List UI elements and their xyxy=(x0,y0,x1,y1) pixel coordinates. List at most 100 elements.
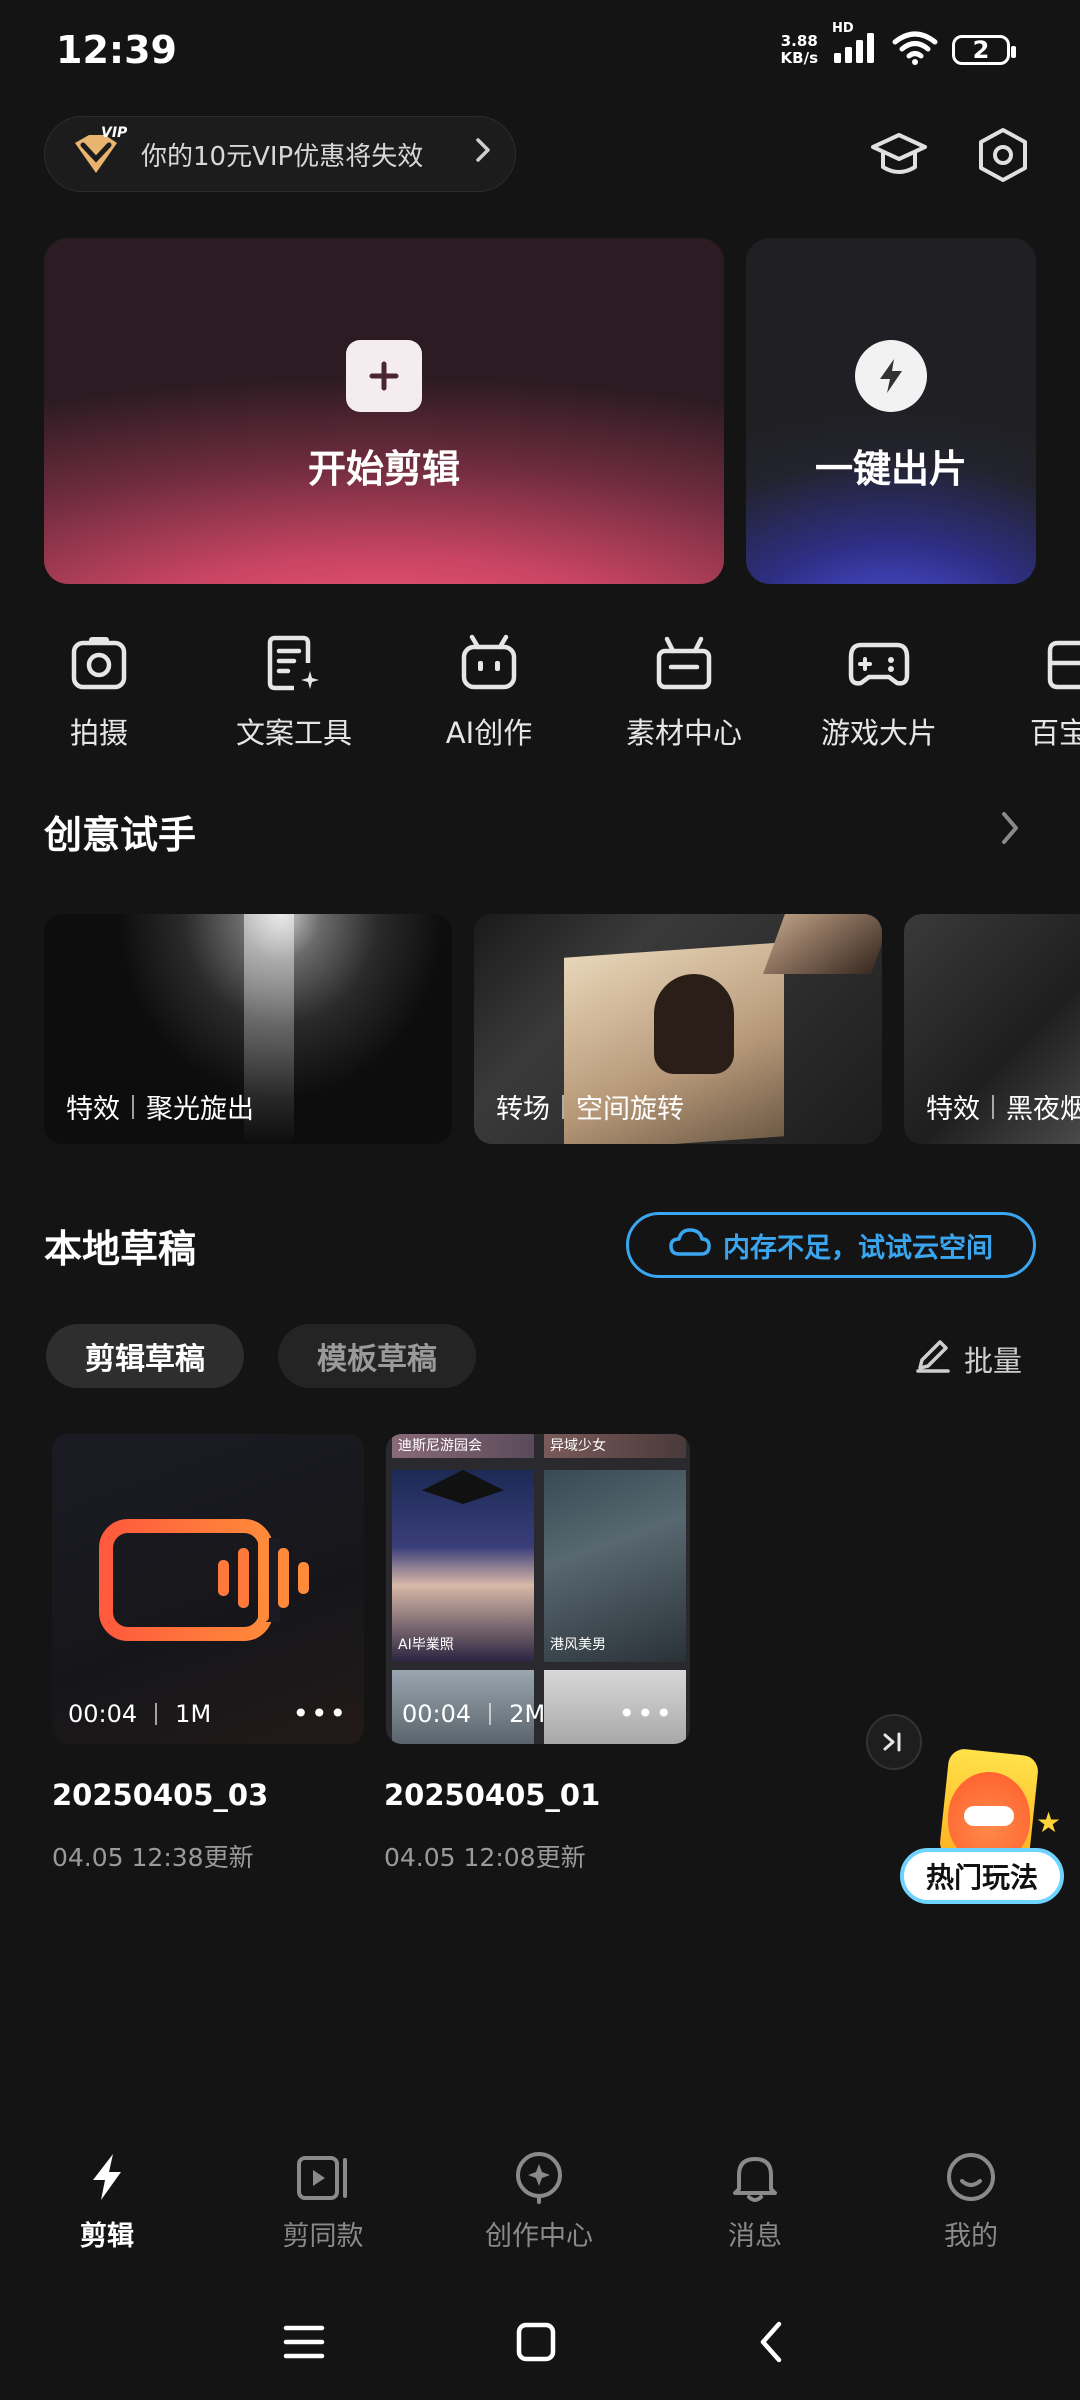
tool-toolbox[interactable]: 百宝 xyxy=(990,628,1080,752)
nav-edit[interactable]: 剪辑 xyxy=(32,2150,182,2253)
nav-same-style[interactable]: 剪同款 xyxy=(248,2150,398,2253)
script-tool-icon xyxy=(219,628,369,698)
menu-icon[interactable] xyxy=(264,2310,344,2374)
creative-name: 空间旋转 xyxy=(576,1094,684,1125)
draft-thumbnail[interactable]: 迪斯尼游园会 异域少女 AI毕業照 港风美男 00:04 2M ••• xyxy=(386,1434,690,1744)
status-icons: 3.88 KB/s HD 2 xyxy=(781,21,1016,70)
tool-label: 游戏大片 xyxy=(820,716,937,750)
graduation-cap-icon[interactable] xyxy=(862,118,936,192)
nav-label: 消息 xyxy=(728,2221,782,2252)
nav-label: 剪辑 xyxy=(80,2221,134,2252)
more-icon[interactable]: ••• xyxy=(618,1697,674,1730)
creative-tag: 转场 空间旋转 xyxy=(496,1087,684,1126)
creative-card[interactable]: 转场 空间旋转 xyxy=(474,914,882,1144)
draft-name: 20250405_01 xyxy=(384,1778,601,1812)
nav-label: 我的 xyxy=(944,2221,998,2252)
draft-name: 20250405_03 xyxy=(52,1778,269,1812)
graduation-cap-shape xyxy=(422,1470,504,1504)
plus-icon xyxy=(346,340,422,412)
tool-label: 百宝 xyxy=(1030,716,1080,750)
creative-tag: 特效 聚光旋出 xyxy=(66,1087,254,1126)
battery-indicator: 2 xyxy=(952,35,1016,65)
status-time: 12:39 xyxy=(56,28,177,72)
wifi-icon xyxy=(892,30,938,70)
collage-label: 异域少女 xyxy=(550,1438,606,1454)
draft-thumbnail[interactable]: 00:04 1M ••• xyxy=(52,1434,364,1744)
tool-ai-create[interactable]: AI创作 xyxy=(414,628,564,752)
settings-hexagon-icon[interactable] xyxy=(966,118,1040,192)
tool-script[interactable]: 文案工具 xyxy=(219,628,369,752)
creative-type: 转场 xyxy=(496,1094,550,1125)
gamepad-icon xyxy=(804,628,954,698)
tool-label: 文案工具 xyxy=(235,716,352,750)
creative-type: 特效 xyxy=(66,1094,120,1125)
hot-play-float[interactable]: 热门玩法 ★ xyxy=(900,1747,1070,1922)
draft-size: 2M xyxy=(509,1699,546,1728)
vip-offer-text: 你的10元VIP优惠将失效 xyxy=(141,141,424,172)
home-icon[interactable] xyxy=(496,2310,576,2374)
draft-updated: 04.05 12:08更新 xyxy=(384,1843,586,1872)
network-speed-value: 3.88 xyxy=(780,32,818,50)
creative-card[interactable]: 特效 聚光旋出 xyxy=(44,914,452,1144)
chevron-right-icon xyxy=(473,135,493,173)
more-icon[interactable]: ••• xyxy=(292,1697,348,1730)
batch-button[interactable]: 批量 xyxy=(914,1336,1022,1381)
tool-label: 拍摄 xyxy=(69,716,128,750)
bell-icon xyxy=(680,2150,830,2204)
collage-tile: 港风美男 xyxy=(544,1470,686,1662)
ai-robot-icon xyxy=(414,628,564,698)
sparkle-icon: ★ xyxy=(1036,1806,1062,1839)
collage-label: 迪斯尼游园会 xyxy=(398,1438,482,1454)
nav-label: 创作中心 xyxy=(485,2221,593,2252)
vip-diamond-icon: VIP xyxy=(67,125,129,179)
hot-play-label: 热门玩法 xyxy=(900,1848,1064,1904)
smile-icon xyxy=(896,2150,1046,2204)
nav-me[interactable]: 我的 xyxy=(896,2150,1046,2253)
tool-camera[interactable]: 拍摄 xyxy=(24,628,174,752)
network-speed: 3.88 KB/s xyxy=(781,33,818,67)
chevron-right-icon[interactable] xyxy=(998,808,1022,852)
tab-template-drafts[interactable]: 模板草稿 xyxy=(278,1324,476,1388)
back-icon[interactable] xyxy=(732,2310,812,2374)
network-speed-unit: KB/s xyxy=(780,49,818,67)
start-edit-card[interactable]: 开始剪辑 xyxy=(44,238,724,584)
nav-create-center[interactable]: 创作中心 xyxy=(464,2150,614,2253)
cloud-space-label: 内存不足，试试云空间 xyxy=(723,1232,993,1264)
draft-meta: 00:04 1M ••• xyxy=(68,1697,348,1730)
creative-card[interactable]: 特效 黑夜烟 xyxy=(904,914,1080,1144)
one-click-card[interactable]: 一键出片 xyxy=(746,238,1036,584)
section-title-local-drafts: 本地草稿 xyxy=(44,1227,197,1271)
creative-name: 聚光旋出 xyxy=(146,1094,254,1125)
tool-material-center[interactable]: 素材中心 xyxy=(609,628,759,752)
batch-label: 批量 xyxy=(963,1343,1022,1378)
material-tv-icon xyxy=(609,628,759,698)
tab-edit-drafts[interactable]: 剪辑草稿 xyxy=(46,1324,244,1388)
collage-tile: 异域少女 xyxy=(544,1434,686,1458)
collage-tile: 迪斯尼游园会 xyxy=(392,1434,534,1458)
pencil-icon xyxy=(914,1336,952,1381)
tool-game[interactable]: 游戏大片 xyxy=(804,628,954,752)
tool-label: 素材中心 xyxy=(625,716,742,750)
creative-tag: 特效 黑夜烟 xyxy=(926,1087,1080,1126)
lightning-icon xyxy=(855,340,927,412)
vip-offer-banner[interactable]: VIP 你的10元VIP优惠将失效 xyxy=(44,116,516,192)
toolbox-icon xyxy=(990,628,1080,698)
camera-icon xyxy=(24,628,174,698)
draft-size: 1M xyxy=(175,1699,212,1728)
cloud-space-button[interactable]: 内存不足，试试云空间 xyxy=(626,1212,1036,1278)
vip-badge: VIP xyxy=(101,125,128,141)
skip-forward-icon xyxy=(883,1732,901,1752)
creative-name: 黑夜烟 xyxy=(1006,1094,1080,1125)
nav-messages[interactable]: 消息 xyxy=(680,2150,830,2253)
one-click-label: 一键出片 xyxy=(814,447,967,491)
create-center-icon xyxy=(464,2150,614,2204)
section-title-creative: 创意试手 xyxy=(44,813,197,857)
draft-duration: 00:04 xyxy=(68,1699,138,1728)
draft-meta: 00:04 2M ••• xyxy=(402,1697,674,1730)
tool-label: AI创作 xyxy=(445,716,533,750)
nav-label: 剪同款 xyxy=(282,2221,364,2252)
collage-tile: AI毕業照 xyxy=(392,1470,534,1662)
signal-icon: HD xyxy=(832,21,878,69)
hd-label: HD xyxy=(832,21,854,36)
rotated-panel xyxy=(763,914,882,974)
